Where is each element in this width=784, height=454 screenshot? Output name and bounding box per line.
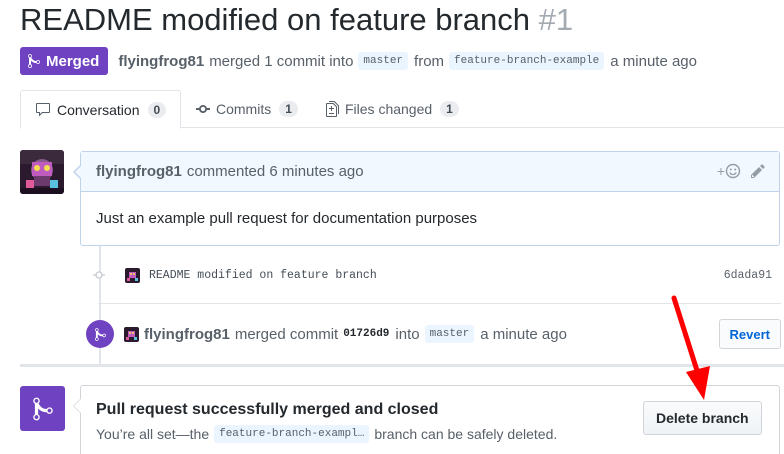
pr-author-link[interactable]: flyingfrog81 <box>118 53 204 70</box>
commit-message-link[interactable]: README modified on feature branch <box>149 269 377 282</box>
commit-event: README modified on feature branch 6dada9… <box>91 262 781 288</box>
from-text: from <box>414 52 445 70</box>
tab-conversation[interactable]: Conversation 0 <box>20 90 182 129</box>
tab-conversation-label: Conversation <box>57 101 140 118</box>
comment-actions: + <box>717 163 765 179</box>
add-reaction-button[interactable]: + <box>717 163 741 179</box>
smiley-icon <box>725 163 741 179</box>
revert-button[interactable]: Revert <box>718 319 781 349</box>
comment-action-text: commented 6 minutes ago <box>186 163 364 180</box>
merge-status-text-after: branch can be safely deleted. <box>374 426 558 442</box>
merge-event-badge <box>86 320 114 348</box>
file-diff-icon <box>326 101 339 117</box>
merged-state-label: Merged <box>46 52 100 70</box>
pr-tabs: Conversation 0 Commits 1 Files changed 1 <box>20 90 784 129</box>
comment-icon <box>36 102 50 116</box>
pr-time: a minute ago <box>610 52 697 70</box>
pencil-icon[interactable] <box>751 163 765 179</box>
annotation-arrow-icon <box>671 295 710 400</box>
tab-conversation-count: 0 <box>147 101 167 118</box>
tab-files-changed[interactable]: Files changed 1 <box>326 90 459 128</box>
merge-commit-sha-link[interactable]: 01726d9 <box>343 328 389 340</box>
merged-state-badge: Merged <box>20 47 109 75</box>
comment-body: Just an example pull request for documen… <box>96 210 478 227</box>
deletable-branch-ref[interactable]: feature-branch-exampl… <box>214 425 370 443</box>
reaction-plus: + <box>716 163 725 179</box>
merge-status-badge <box>20 386 65 431</box>
tab-commits[interactable]: Commits 1 <box>196 90 298 128</box>
delete-branch-button[interactable]: Delete branch <box>643 401 762 435</box>
commenter-avatar[interactable] <box>20 150 64 194</box>
pr-number: #1 <box>538 2 574 37</box>
pr-title: README modified on feature branch #1 <box>20 2 573 38</box>
commit-dot-icon <box>93 271 105 279</box>
git-merge-icon <box>94 327 106 341</box>
merge-status-text: You’re all set—the feature-branch-exampl… <box>96 425 557 443</box>
merger-avatar[interactable] <box>124 326 139 342</box>
commit-icon <box>196 105 210 113</box>
comment-box: flyingfrog81 commented 6 minutes ago + J… <box>73 151 780 246</box>
tab-commits-count: 1 <box>279 101 298 117</box>
commit-author-avatar[interactable] <box>125 267 140 283</box>
into-text: into <box>395 325 420 343</box>
tab-files-label: Files changed <box>345 101 433 117</box>
git-merge-icon <box>28 53 40 69</box>
head-branch-ref[interactable]: feature-branch-example <box>449 52 605 70</box>
tab-files-count: 1 <box>440 101 459 117</box>
merger-author-link[interactable]: flyingfrog81 <box>144 326 230 343</box>
merge-status-heading: Pull request successfully merged and clo… <box>96 401 439 418</box>
merge-target-branch-ref[interactable]: master <box>424 325 475 343</box>
base-branch-ref[interactable]: master <box>358 52 409 70</box>
commit-sha-link[interactable]: 6dada91 <box>724 269 772 282</box>
comment-author-link[interactable]: flyingfrog81 <box>96 163 182 180</box>
merged-commit-text: merged 1 commit into <box>209 52 354 70</box>
pr-meta: Merged flyingfrog81 merged 1 commit into… <box>20 47 697 75</box>
comment-header: flyingfrog81 commented 6 minutes ago + <box>81 152 779 192</box>
merge-time: a minute ago <box>480 325 567 343</box>
pr-title-text: README modified on feature branch <box>20 2 531 37</box>
git-merge-icon <box>32 397 53 420</box>
tab-commits-label: Commits <box>216 101 272 117</box>
merge-status-text-before: You’re all set—the <box>96 426 210 442</box>
merged-commit-label: merged commit <box>234 325 339 343</box>
